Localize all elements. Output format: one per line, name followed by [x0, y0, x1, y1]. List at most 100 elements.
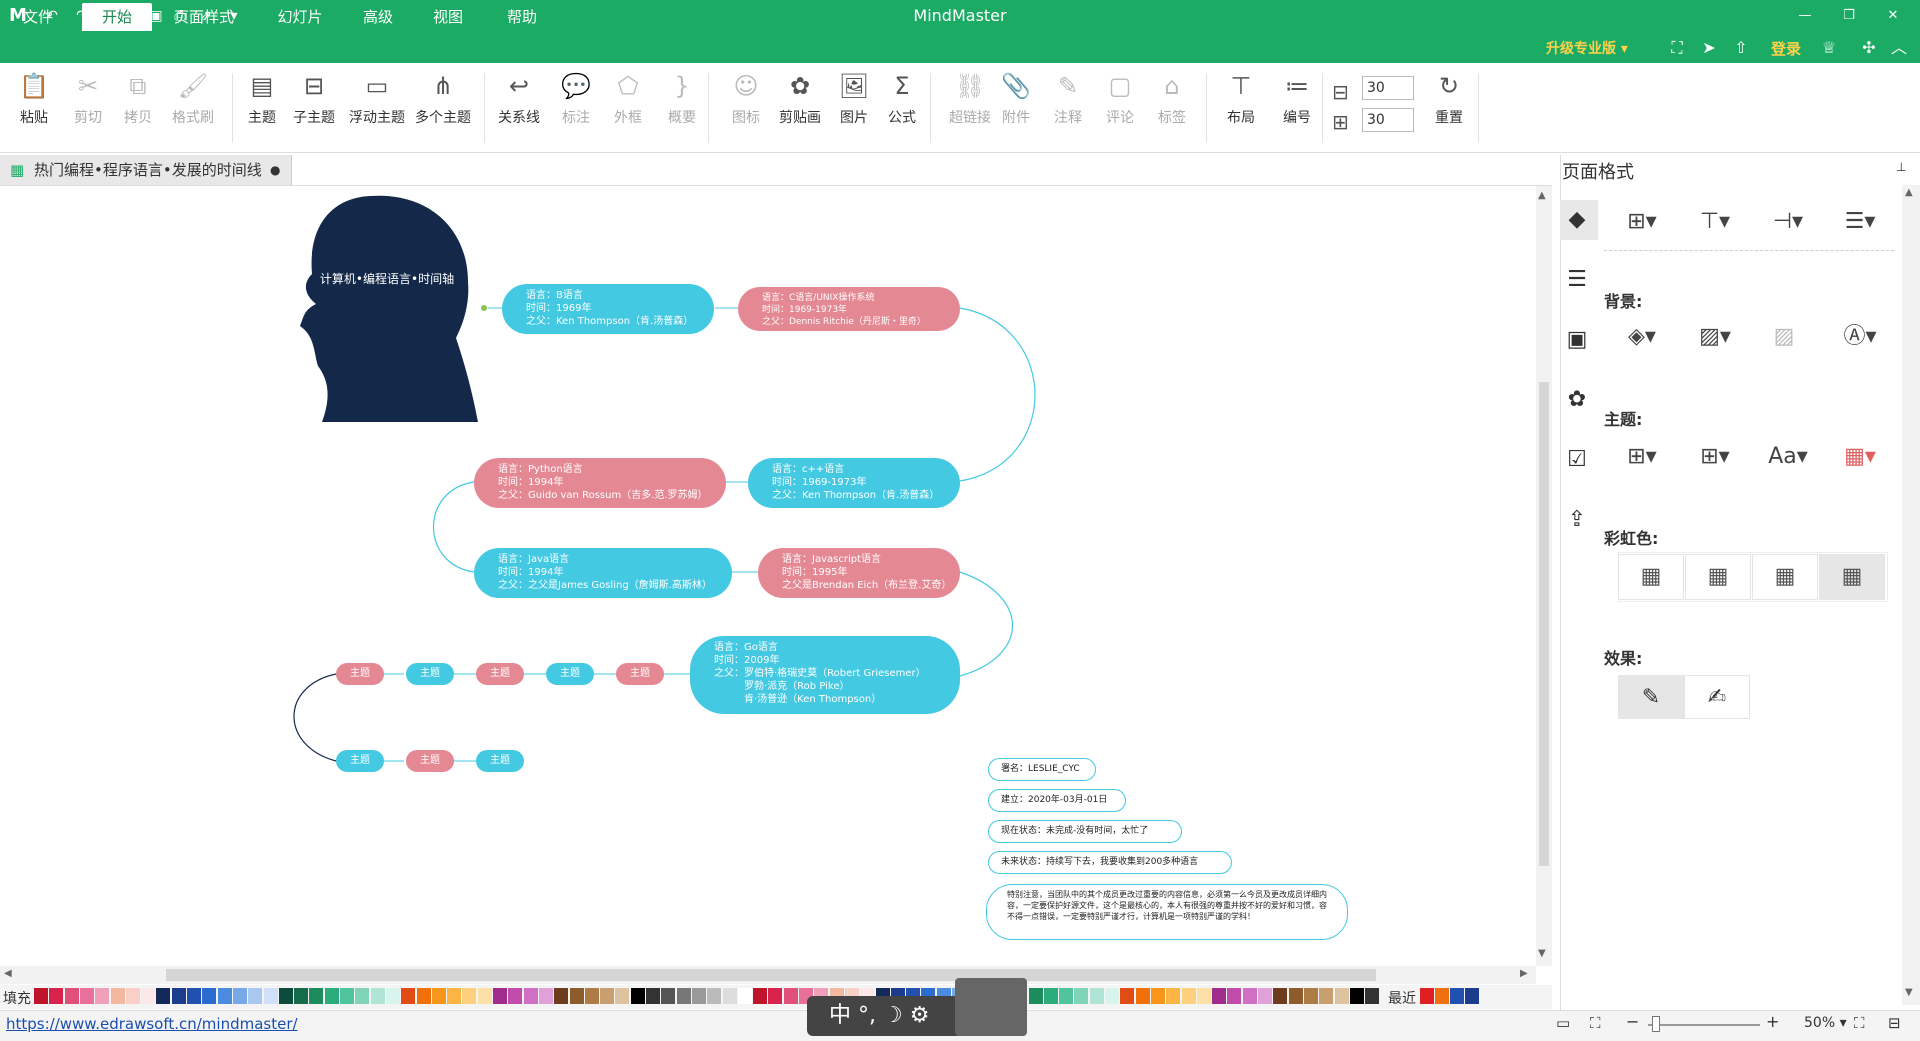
outline-side-icon[interactable]: ☰: [1562, 265, 1592, 295]
zoom-in-icon[interactable]: +: [1766, 1012, 1779, 1031]
apps-icon[interactable]: ✣: [1858, 37, 1880, 59]
website-link[interactable]: https://www.edrawsoft.cn/mindmaster/: [6, 1015, 298, 1033]
color-swatch[interactable]: [1334, 988, 1349, 1004]
color-swatch[interactable]: [355, 988, 370, 1004]
icon-library-side-icon[interactable]: ▣: [1562, 325, 1592, 355]
topic-node[interactable]: 主题: [336, 663, 384, 685]
color-swatch[interactable]: [125, 988, 140, 1004]
node-javascript-language[interactable]: 语言：Javascript语言 时间：1995年 之父是Brendan Eich（布…: [758, 548, 960, 598]
node-b-language[interactable]: 语言：B语言 时间：1969年 之父：Ken Thompson（肯.汤普森）: [502, 284, 714, 334]
color-swatch[interactable]: [217, 988, 232, 1004]
color-swatch[interactable]: [171, 988, 186, 1004]
color-swatch[interactable]: [768, 988, 783, 1004]
recent-color-swatch[interactable]: [1435, 988, 1449, 1004]
spacing-v-spinner[interactable]: 30: [1362, 108, 1414, 132]
topic-node[interactable]: 主题: [616, 663, 664, 685]
ribbon-button-topic[interactable]: ▤ 主题: [244, 71, 280, 127]
color-swatch[interactable]: [202, 988, 217, 1004]
ribbon-button-relationship[interactable]: ↩ 关系线: [496, 71, 542, 127]
color-swatch[interactable]: [493, 988, 507, 1004]
watermark-icon[interactable]: Ⓐ▾: [1838, 322, 1882, 352]
rainbow-option-1-icon[interactable]: ▦: [1618, 554, 1684, 600]
color-swatch[interactable]: [1105, 988, 1119, 1004]
color-swatch[interactable]: [737, 988, 752, 1004]
color-swatch[interactable]: [64, 988, 79, 1004]
ribbon-button-multi-topic[interactable]: ⋔ 多个主题: [412, 71, 474, 127]
fit-icon[interactable]: ⛶: [1590, 1014, 1601, 1032]
skin-icon[interactable]: ♕: [1818, 37, 1840, 59]
color-swatch[interactable]: [156, 988, 171, 1004]
color-swatch[interactable]: [263, 988, 278, 1004]
canvas-vertical-scrollbar[interactable]: ▲ ▼: [1536, 186, 1552, 966]
color-swatch[interactable]: [385, 988, 400, 1004]
color-swatch[interactable]: [1273, 988, 1288, 1004]
ribbon-button-reset[interactable]: ↻ 重置: [1428, 71, 1470, 127]
color-swatch[interactable]: [523, 988, 538, 1004]
node-java-language[interactable]: 语言：Java语言 时间：1994年 之父：之父是James Gosling（詹姆斯…: [474, 548, 732, 598]
ime-toolbar[interactable]: 中 °, ☽ ⚙: [807, 978, 1027, 1036]
structure-icon[interactable]: ⊤▾: [1693, 207, 1737, 237]
color-swatch[interactable]: [1120, 988, 1135, 1004]
color-swatch[interactable]: [600, 988, 615, 1004]
note-attention[interactable]: 特别注意，当团队中的其个成员更改过重要的内容信息，必须第一么今员及更改成员详细内…: [986, 884, 1348, 940]
ribbon-button-numbering[interactable]: ≔ 编号: [1276, 71, 1318, 127]
color-swatch[interactable]: [278, 988, 293, 1004]
color-swatch[interactable]: [569, 988, 584, 1004]
note-current-status[interactable]: 现在状态：未完成-没有时间，太忙了: [988, 820, 1182, 843]
color-swatch[interactable]: [1227, 988, 1242, 1004]
node-go-language[interactable]: 语言：Go语言 时间：2009年 之父：罗伯特·格瑞史莫（Robert Griese…: [690, 636, 960, 714]
color-swatch[interactable]: [477, 988, 492, 1004]
color-swatch[interactable]: [79, 988, 94, 1004]
tab-file[interactable]: 文件: [16, 3, 60, 31]
color-swatch[interactable]: [324, 988, 339, 1004]
color-swatch[interactable]: [691, 988, 706, 1004]
note-signature[interactable]: 署名：LESLIE_CYC: [988, 758, 1096, 781]
ribbon-button-clipart[interactable]: ✿ 剪贴画: [776, 71, 824, 127]
panel-toggle-icon[interactable]: ⊟: [1888, 1014, 1901, 1032]
tab-page-style[interactable]: 页面样式: [168, 3, 240, 31]
zoom-level[interactable]: 50% ▾: [1804, 1015, 1847, 1031]
rainbow-option-3-icon[interactable]: ▦: [1752, 554, 1818, 600]
color-swatch[interactable]: [431, 988, 446, 1004]
color-swatch[interactable]: [1349, 988, 1364, 1004]
connector-icon[interactable]: ⊣▾: [1766, 207, 1810, 237]
collapse-ribbon-icon[interactable]: ︿: [1888, 37, 1910, 59]
color-swatch[interactable]: [722, 988, 737, 1004]
fullscreen-view-icon[interactable]: ⛶: [1854, 1014, 1865, 1032]
panel-scrollbar[interactable]: ▲ ▼: [1902, 185, 1920, 1005]
layout-grid-icon[interactable]: ⊞▾: [1620, 207, 1664, 237]
theme-font-icon[interactable]: Aa▾: [1766, 442, 1810, 472]
fullscreen-icon[interactable]: ⛶: [1666, 37, 1688, 59]
color-swatch[interactable]: [630, 988, 645, 1004]
color-swatch[interactable]: [1181, 988, 1196, 1004]
color-swatch[interactable]: [1150, 988, 1165, 1004]
color-swatch[interactable]: [1196, 988, 1211, 1004]
color-swatch[interactable]: [462, 988, 477, 1004]
ribbon-button-floating-topic[interactable]: ▭ 浮动主题: [346, 71, 408, 127]
fill-color-icon[interactable]: ◈▾: [1620, 322, 1664, 352]
color-swatch[interactable]: [309, 988, 324, 1004]
restore-button[interactable]: ❐: [1834, 4, 1864, 28]
minimize-button[interactable]: —: [1790, 4, 1820, 28]
color-swatch[interactable]: [187, 988, 201, 1004]
task-side-icon[interactable]: ☑: [1562, 445, 1592, 475]
close-button[interactable]: ✕: [1878, 4, 1908, 28]
pin-icon[interactable]: ⊥: [1896, 160, 1906, 174]
color-swatch[interactable]: [753, 988, 768, 1004]
color-swatch[interactable]: [1303, 988, 1318, 1004]
color-swatch[interactable]: [1166, 988, 1181, 1004]
note-future-status[interactable]: 未来状态：持续写下去，我要收集到200多种语言: [988, 851, 1232, 874]
node-python-language[interactable]: 语言：Python语言 时间：1994年 之父：Guido van Rossum（吉…: [474, 458, 726, 508]
color-swatch[interactable]: [1212, 988, 1227, 1004]
color-swatch[interactable]: [554, 988, 569, 1004]
spacing-h-spinner[interactable]: 30: [1362, 76, 1414, 100]
color-swatch[interactable]: [615, 988, 630, 1004]
send-icon[interactable]: ➤: [1698, 37, 1720, 59]
document-tab[interactable]: ▦ 热门编程•程序语言•发展的时间线 ●: [0, 155, 292, 185]
effect-handdrawn-icon[interactable]: ✍: [1684, 675, 1750, 719]
color-swatch[interactable]: [1319, 988, 1334, 1004]
share-icon[interactable]: ⇧: [1730, 37, 1752, 59]
color-swatch[interactable]: [1043, 988, 1058, 1004]
topic-node[interactable]: 主题: [336, 750, 384, 772]
zoom-slider[interactable]: [1648, 1024, 1760, 1026]
